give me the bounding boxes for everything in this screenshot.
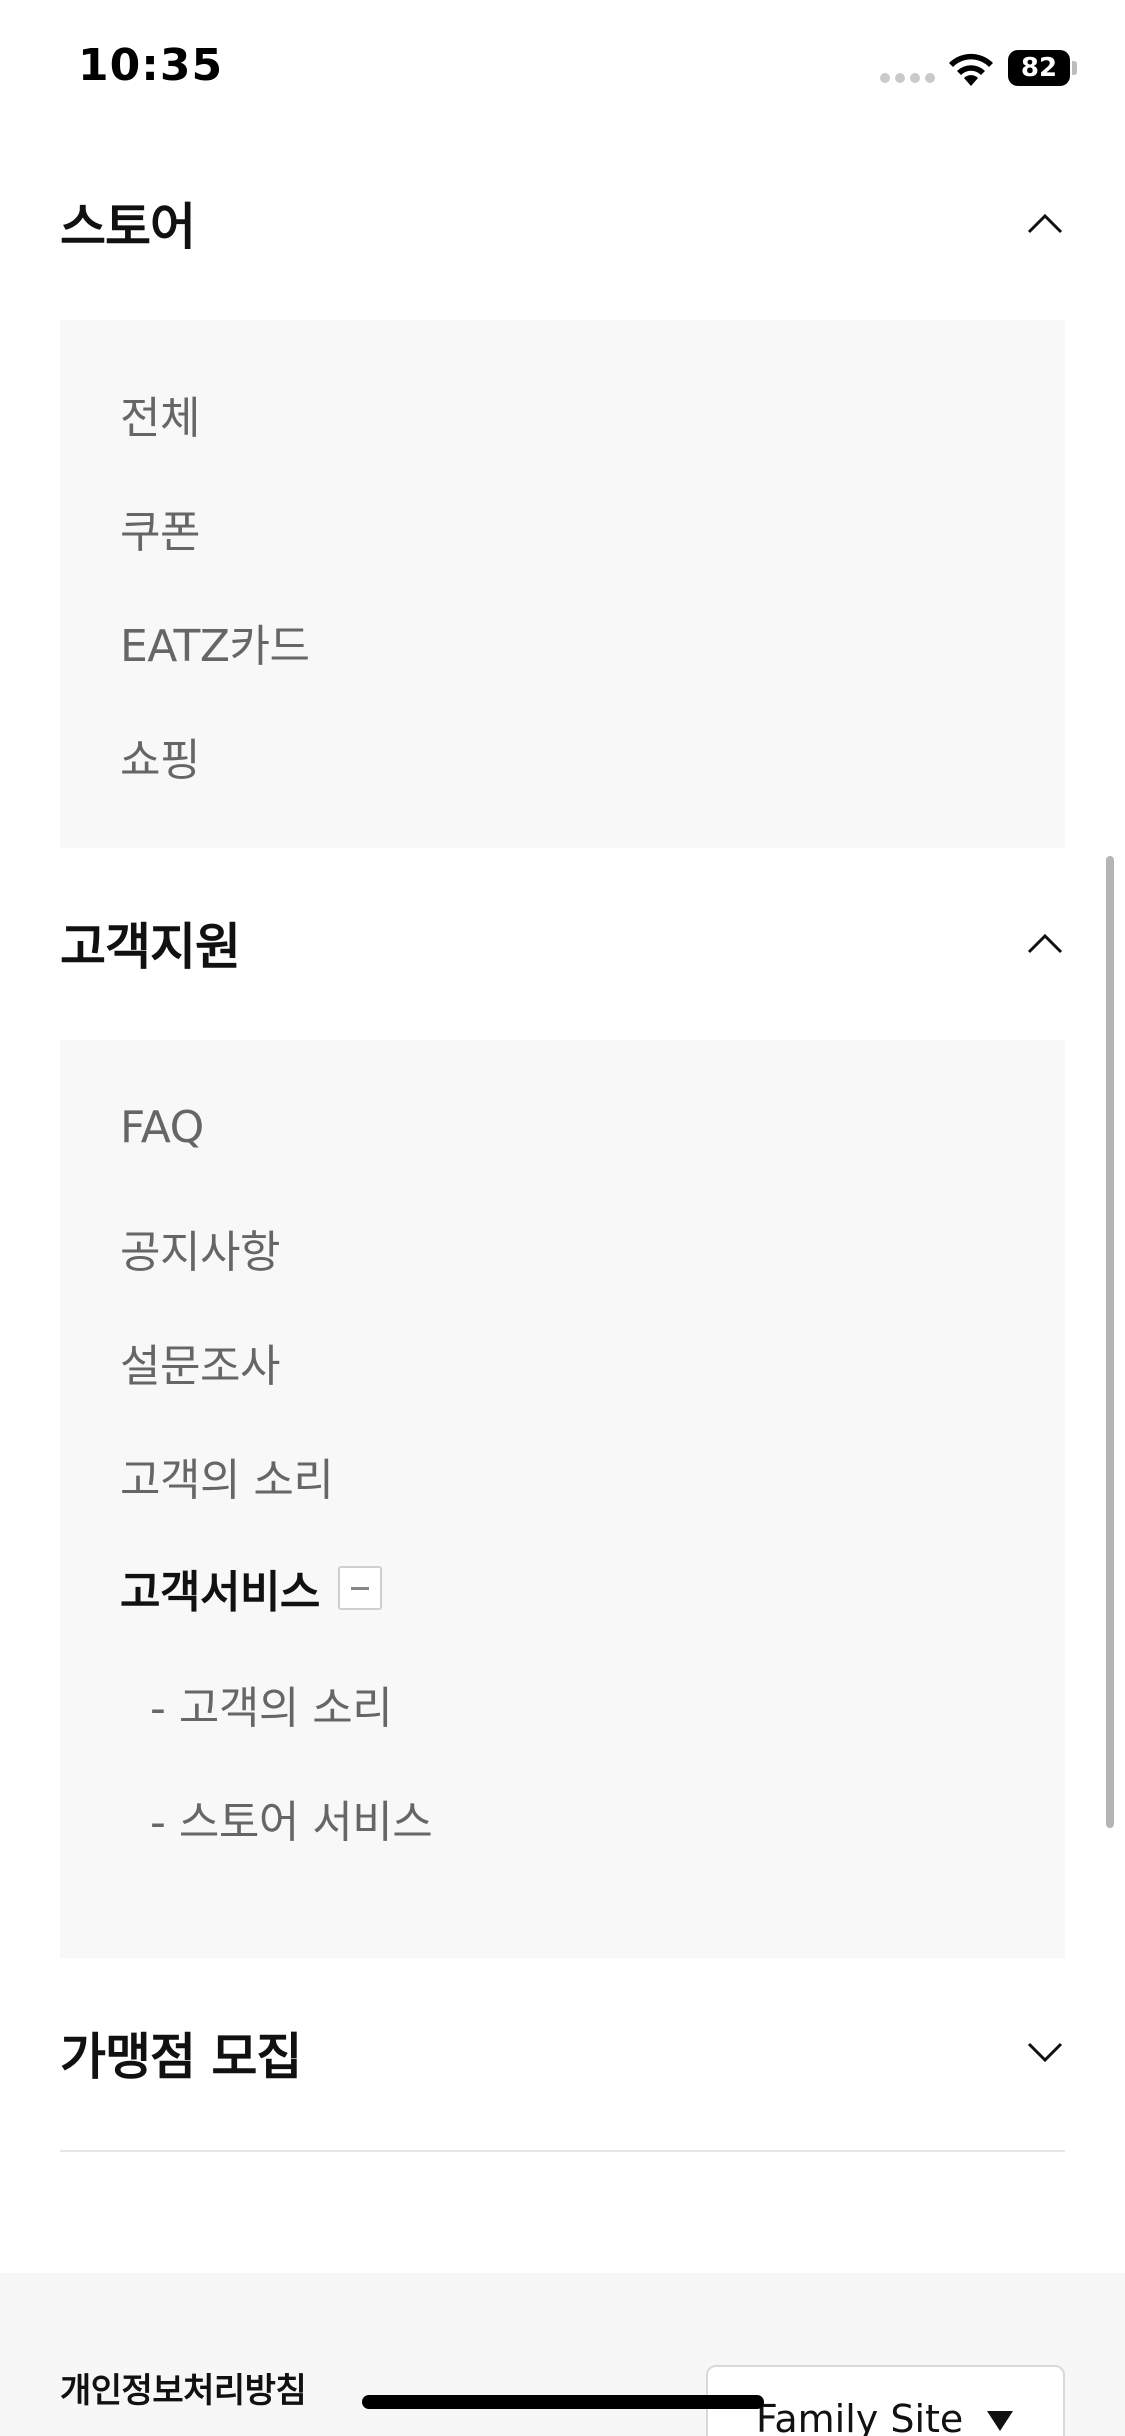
chevron-up-icon[interactable] — [1025, 203, 1065, 243]
home-indicator[interactable] — [362, 2395, 764, 2409]
menu-item-faq[interactable]: FAQ — [120, 1102, 204, 1153]
menu-item-shopping[interactable]: 쇼핑 — [120, 724, 200, 788]
section-title-franchise: 가맹점 모집 — [60, 2028, 302, 2086]
sub-item-customer-voice[interactable]: - 고객의 소리 — [150, 1672, 393, 1736]
menu-item-customer-voice[interactable]: 고객의 소리 — [120, 1444, 334, 1508]
battery-icon: 82 — [1008, 50, 1077, 86]
family-site-label: Family Site — [756, 2397, 964, 2436]
customer-service-label: 고객서비스 — [120, 1567, 320, 1618]
menu-item-notice[interactable]: 공지사항 — [120, 1216, 280, 1280]
chevron-down-icon[interactable] — [1025, 2033, 1065, 2073]
scrollbar[interactable] — [1106, 856, 1114, 1828]
store-submenu: 전체 쿠폰 EATZ카드 쇼핑 — [60, 320, 1065, 848]
support-submenu: FAQ 공지사항 설문조사 고객의 소리 고객서비스 - 고객의 소리 - 스토… — [60, 1040, 1065, 1958]
menu-item-all[interactable]: 전체 — [120, 382, 200, 446]
status-bar: 10:35 82 — [0, 0, 1125, 140]
section-header-franchise[interactable]: 가맹점 모집 — [60, 1998, 1065, 2108]
chevron-up-icon[interactable] — [1025, 923, 1065, 963]
section-header-store[interactable]: 스토어 — [60, 168, 1065, 278]
cellular-signal-icon — [880, 73, 935, 83]
section-title-support: 고객지원 — [60, 918, 241, 976]
menu-item-eatz-card[interactable]: EATZ카드 — [120, 610, 310, 674]
section-header-support[interactable]: 고객지원 — [60, 888, 1065, 998]
minus-icon[interactable] — [337, 1566, 382, 1610]
section-title-store: 스토어 — [60, 198, 196, 256]
menu-item-customer-service[interactable]: 고객서비스 — [120, 1556, 382, 1620]
menu-item-coupon[interactable]: 쿠폰 — [120, 496, 200, 560]
sub-item-store-service[interactable]: - 스토어 서비스 — [150, 1786, 433, 1850]
menu-item-survey[interactable]: 설문조사 — [120, 1330, 280, 1394]
privacy-policy-link[interactable]: 개인정보처리방침 — [60, 2363, 307, 2412]
wifi-icon — [949, 53, 993, 86]
footer: 개인정보처리방침 Family Site — [0, 2273, 1125, 2436]
page: 10:35 82 스토어 전체 쿠폰 EATZ카드 쇼핑 고객지원 FAQ 공지… — [0, 0, 1125, 2436]
divider — [60, 2150, 1065, 2152]
status-time: 10:35 — [78, 40, 224, 91]
triangle-down-icon — [987, 2411, 1013, 2431]
battery-level: 82 — [1008, 50, 1070, 86]
